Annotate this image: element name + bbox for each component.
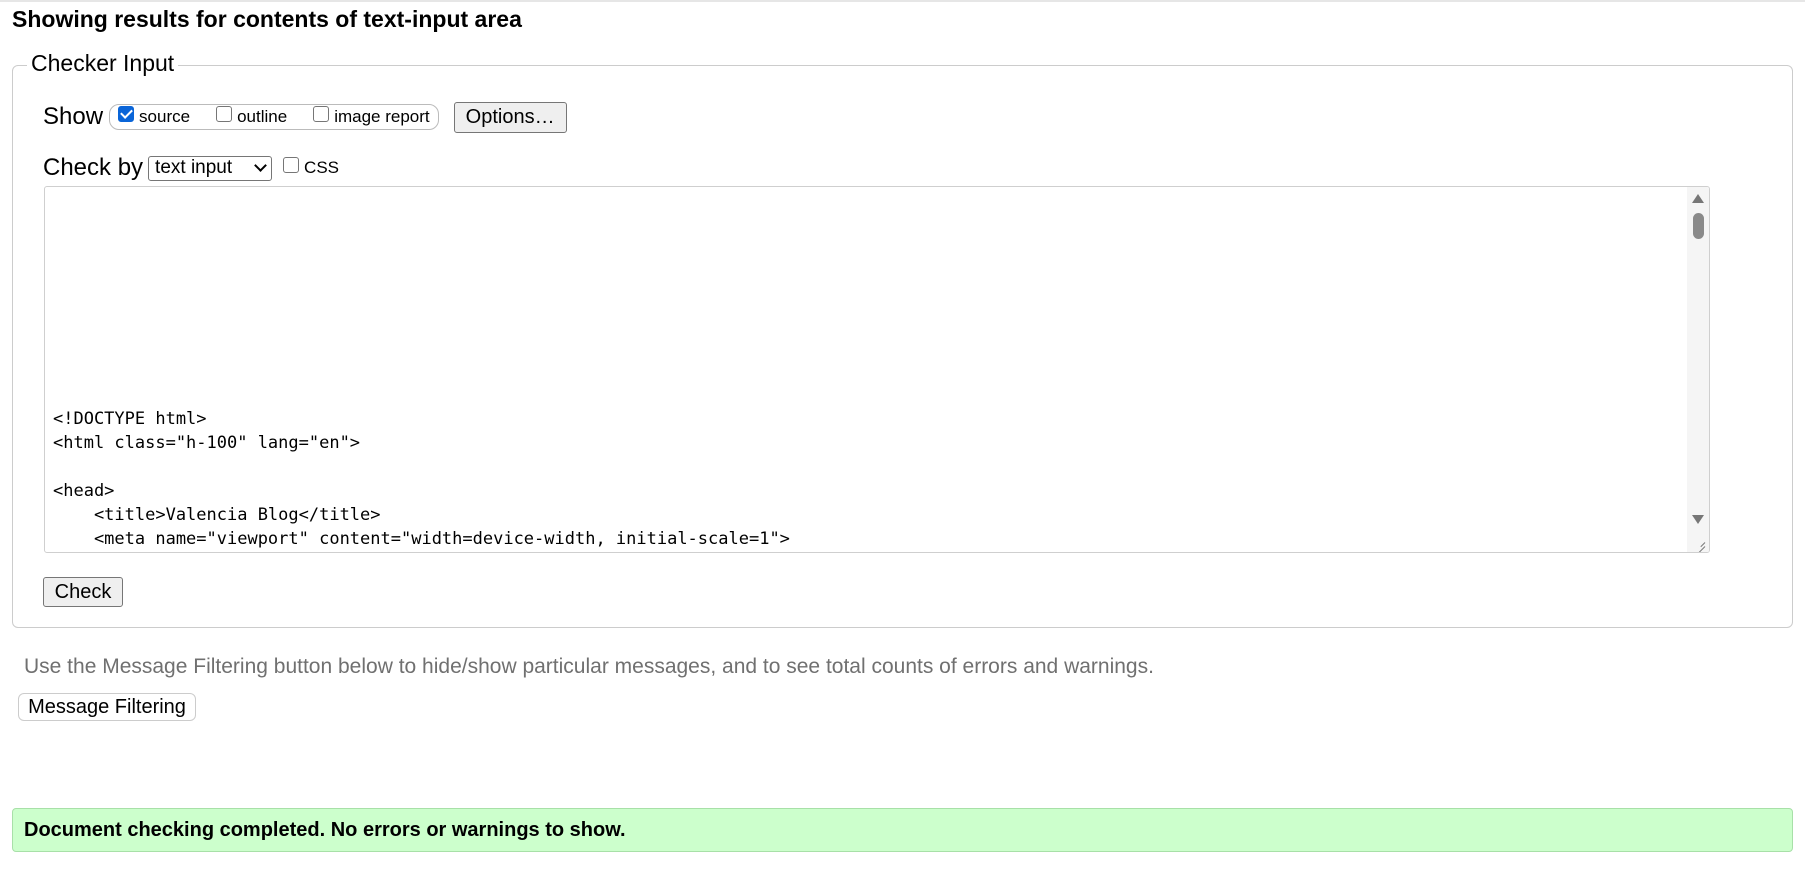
show-options-group: source outline image report	[109, 104, 439, 130]
source-code: <!DOCTYPE html> <html class="h-100" lang…	[53, 407, 790, 551]
code-line: <meta name="viewport" content="width=dev…	[53, 529, 790, 549]
resize-grip-icon[interactable]	[1687, 530, 1709, 552]
check-button[interactable]: Check	[43, 577, 123, 607]
options-button[interactable]: Options…	[453, 101, 567, 133]
scrollbar-thumb[interactable]	[1693, 213, 1704, 239]
outline-label[interactable]: outline	[237, 107, 287, 127]
code-line: <title>Valencia Blog</title>	[53, 505, 381, 525]
arrow-up-icon[interactable]	[1692, 194, 1704, 203]
filtering-note: Use the Message Filtering button below t…	[24, 655, 1154, 678]
show-label: Show	[43, 103, 104, 130]
code-line: <head>	[53, 481, 115, 501]
top-divider	[0, 0, 1805, 2]
fieldset-legend: Checker Input	[27, 49, 179, 77]
image-report-label[interactable]: image report	[334, 107, 429, 127]
css-checkbox[interactable]	[283, 157, 300, 173]
result-message: Document checking completed. No errors o…	[12, 808, 1793, 852]
code-line: <html class="h-100" lang="en">	[53, 433, 361, 453]
chevron-down-icon	[254, 159, 267, 172]
check-by-label: Check by	[43, 154, 144, 181]
source-label[interactable]: source	[139, 107, 190, 127]
source-textarea[interactable]: <!DOCTYPE html> <html class="h-100" lang…	[44, 186, 1710, 553]
image-report-checkbox[interactable]	[313, 106, 330, 122]
show-row: Show source outline image report Options…	[43, 100, 567, 134]
page-title: Showing results for contents of text-inp…	[12, 6, 522, 32]
code-line: <!DOCTYPE html>	[53, 409, 207, 429]
check-by-row: Check by text input CSS	[43, 153, 339, 183]
check-by-select[interactable]: text input	[148, 155, 273, 181]
textarea-scrollbar[interactable]	[1687, 187, 1709, 552]
css-label[interactable]: CSS	[304, 158, 339, 178]
check-by-selected-value: text input	[155, 157, 233, 178]
source-checkbox[interactable]	[118, 106, 135, 122]
message-filtering-button[interactable]: Message Filtering	[18, 693, 196, 721]
arrow-down-icon[interactable]	[1692, 515, 1704, 524]
css-option: CSS	[283, 157, 339, 178]
outline-checkbox[interactable]	[216, 106, 233, 122]
